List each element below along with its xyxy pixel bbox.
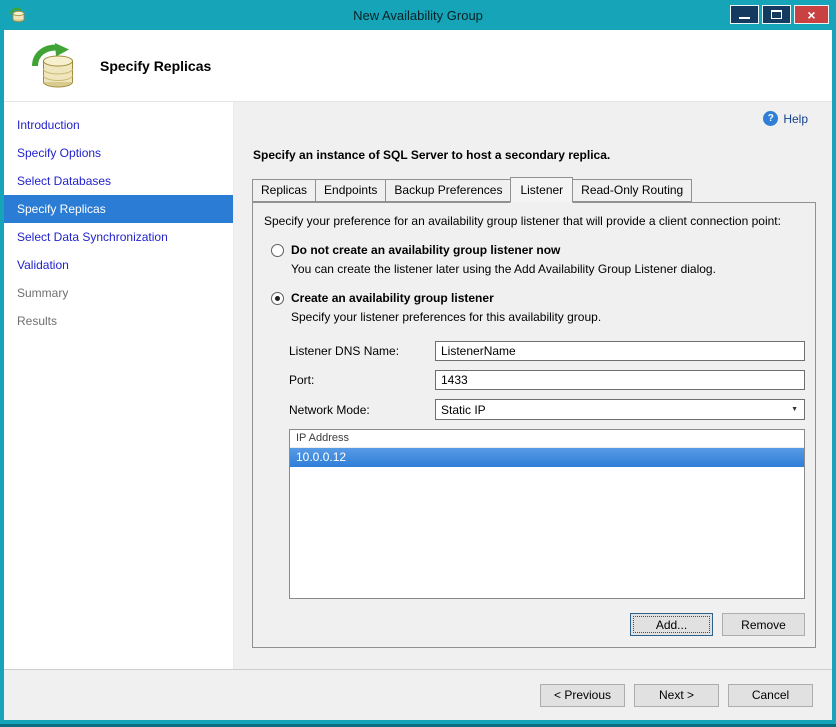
ip-row[interactable]: 10.0.0.12 <box>290 448 804 467</box>
sidebar-item-introduction[interactable]: Introduction <box>4 111 233 139</box>
page-title: Specify Replicas <box>100 57 212 74</box>
network-mode-select[interactable]: Static IP ▼ <box>435 399 805 420</box>
minimize-button[interactable] <box>730 5 759 24</box>
listener-dns-input[interactable] <box>435 341 805 361</box>
cancel-button[interactable]: Cancel <box>728 683 813 707</box>
previous-button[interactable]: < Previous <box>540 683 625 707</box>
instruction-text: Specify an instance of SQL Server to hos… <box>253 148 611 162</box>
radio-create-listener[interactable]: Create an availability group listener <box>271 291 805 305</box>
content-area: ? Help Specify an instance of SQL Server… <box>234 102 832 669</box>
wizard-footer: < Previous Next > Cancel <box>4 669 832 720</box>
window-body: Specify Replicas Introduction Specify Op… <box>4 30 832 720</box>
radio-icon-unchecked[interactable] <box>271 243 284 257</box>
tab-backup-preferences[interactable]: Backup Preferences <box>385 179 512 202</box>
wizard-header: Specify Replicas <box>4 30 832 102</box>
new-availability-group-window: New Availability Group × Specify Replica… <box>0 0 836 727</box>
sidebar-item-select-data-synchronization[interactable]: Select Data Synchronization <box>4 223 233 251</box>
dns-name-row: Listener DNS Name: <box>289 341 805 361</box>
sidebar-item-summary: Summary <box>17 286 69 300</box>
tab-read-only-routing[interactable]: Read-Only Routing <box>572 179 693 202</box>
listener-tab-panel: Specify your preference for an availabil… <box>252 202 816 648</box>
window-controls: × <box>730 5 829 24</box>
next-button[interactable]: Next > <box>634 683 719 707</box>
add-button[interactable]: Add... <box>630 613 713 636</box>
tab-replicas[interactable]: Replicas <box>252 179 317 202</box>
wizard-steps-sidebar: Introduction Specify Options Select Data… <box>4 102 234 669</box>
option-create-listener-description: Specify your listener preferences for th… <box>291 310 602 324</box>
tab-strip: Replicas Endpoints Backup Preferences Li… <box>252 177 816 203</box>
sidebar-item-results: Results <box>17 314 58 328</box>
maximize-icon <box>771 10 782 19</box>
tab-listener[interactable]: Listener <box>510 177 574 203</box>
remove-button[interactable]: Remove <box>722 613 805 636</box>
tab-endpoints[interactable]: Endpoints <box>315 179 387 202</box>
titlebar: New Availability Group × <box>0 0 836 30</box>
option-no-listener-description: You can create the listener later using … <box>291 262 716 276</box>
network-mode-label: Network Mode: <box>289 402 370 417</box>
window-title: New Availability Group <box>353 7 483 23</box>
maximize-button[interactable] <box>762 5 791 24</box>
option-create-listener-label: Create an availability group listener <box>291 291 494 305</box>
main-area: Introduction Specify Options Select Data… <box>4 102 832 669</box>
listener-dns-label: Listener DNS Name: <box>289 344 400 358</box>
option-no-listener-label: Do not create an availability group list… <box>291 243 561 257</box>
option-create-listener: Create an availability group listener Sp… <box>264 291 805 324</box>
radio-no-listener[interactable]: Do not create an availability group list… <box>271 243 805 257</box>
availability-group-icon <box>32 42 73 87</box>
network-mode-value: Static IP <box>441 402 486 417</box>
sidebar-item-select-databases[interactable]: Select Databases <box>4 167 233 195</box>
close-icon: × <box>807 6 816 23</box>
sidebar-item-specify-replicas[interactable]: Specify Replicas <box>4 195 233 223</box>
close-button[interactable]: × <box>794 5 829 24</box>
sidebar-item-validation[interactable]: Validation <box>4 251 233 279</box>
help-label: Help <box>783 111 808 126</box>
ip-list-header: IP Address <box>290 430 804 448</box>
chevron-down-icon: ▼ <box>791 406 798 413</box>
ip-list-actions: Add... Remove <box>630 613 805 636</box>
port-label: Port: <box>289 373 315 387</box>
help-question-icon: ? <box>763 111 779 126</box>
listener-form: Listener DNS Name: Port: Network Mode: S… <box>289 341 805 420</box>
radio-icon-checked[interactable] <box>271 291 284 305</box>
port-input[interactable] <box>435 370 805 390</box>
help-link[interactable]: ? Help <box>763 111 808 126</box>
ip-address-list[interactable]: IP Address 10.0.0.12 <box>289 429 805 599</box>
listener-intro-text: Specify your preference for an availabil… <box>264 214 781 228</box>
option-no-listener: Do not create an availability group list… <box>264 243 805 276</box>
network-mode-row: Network Mode: Static IP ▼ <box>289 399 805 420</box>
minimize-icon <box>739 17 750 19</box>
port-row: Port: <box>289 370 805 390</box>
sidebar-item-specify-options[interactable]: Specify Options <box>4 139 233 167</box>
